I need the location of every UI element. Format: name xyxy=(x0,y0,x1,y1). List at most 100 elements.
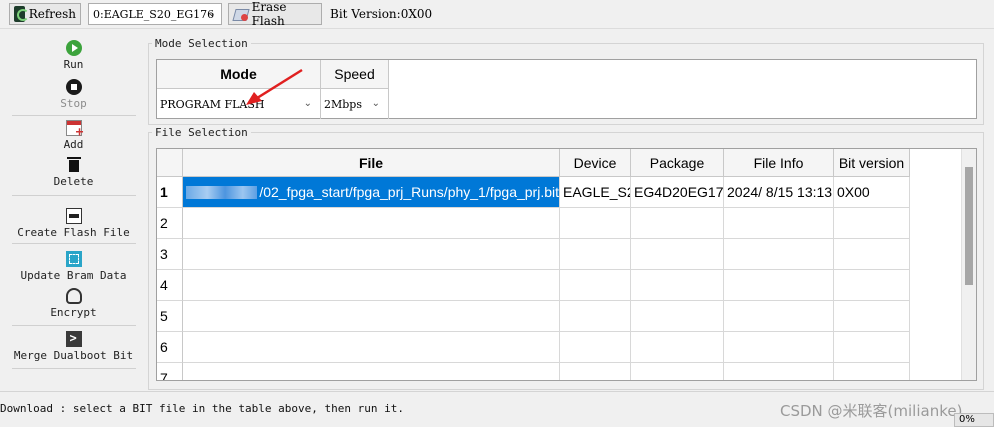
update-bram-data-button[interactable]: Update Bram Data xyxy=(10,251,137,282)
trash-icon xyxy=(66,157,82,173)
sidebar-divider xyxy=(12,368,136,369)
empty-cell[interactable] xyxy=(560,208,631,239)
vertical-scrollbar[interactable] xyxy=(961,149,976,380)
empty-cell[interactable] xyxy=(631,270,724,301)
row-number[interactable]: 1 xyxy=(157,177,183,208)
empty-cell[interactable] xyxy=(724,270,834,301)
file-selection-title: File Selection xyxy=(152,126,251,139)
file-info-column-header[interactable]: File Info xyxy=(724,149,834,177)
toolbar: Refresh 0:EAGLE_S20_EG176 ⌄ Erase Flash … xyxy=(0,0,994,29)
empty-cell[interactable] xyxy=(834,208,910,239)
row-number[interactable]: 5 xyxy=(157,301,183,332)
erase-flash-button[interactable]: Erase Flash xyxy=(228,0,322,28)
delete-button[interactable]: Delete xyxy=(10,157,137,188)
encrypt-label: Encrypt xyxy=(50,306,97,319)
empty-cell[interactable] xyxy=(183,208,560,239)
empty-cell[interactable] xyxy=(631,239,724,270)
stop-label: Stop xyxy=(60,97,87,110)
empty-cell[interactable] xyxy=(183,363,560,380)
mode-selection-title: Mode Selection xyxy=(152,37,251,50)
row-number[interactable]: 2 xyxy=(157,208,183,239)
row-number[interactable]: 3 xyxy=(157,239,183,270)
row-number[interactable]: 6 xyxy=(157,332,183,363)
scrollbar-thumb[interactable] xyxy=(965,167,973,285)
empty-cell[interactable] xyxy=(834,270,910,301)
corner-header xyxy=(157,149,183,177)
sidebar: Run Stop Add Delete Create Flash File Up… xyxy=(10,36,137,372)
empty-cell[interactable] xyxy=(631,332,724,363)
run-label: Run xyxy=(63,58,84,71)
merge-label: Merge Dualboot Bit xyxy=(13,349,134,362)
device-select-value: 0:EAGLE_S20_EG176 xyxy=(93,7,215,21)
empty-cell[interactable] xyxy=(724,301,834,332)
empty-cell[interactable] xyxy=(560,239,631,270)
empty-cell[interactable] xyxy=(724,239,834,270)
erase-flash-label: Erase Flash xyxy=(251,0,287,28)
file-column-header[interactable]: File xyxy=(183,149,560,177)
empty-cell[interactable] xyxy=(724,332,834,363)
empty-cell[interactable] xyxy=(631,208,724,239)
empty-cell[interactable] xyxy=(724,363,834,380)
file-table: File Device Package File Info Bit versio… xyxy=(156,148,977,381)
empty-cell[interactable] xyxy=(834,301,910,332)
refresh-icon xyxy=(14,6,29,22)
status-message: Download : select a BIT file in the tabl… xyxy=(0,402,404,415)
encrypt-button[interactable]: Encrypt xyxy=(10,288,137,319)
speed-select-value: 2Mbps xyxy=(324,97,362,111)
add-file-icon xyxy=(65,120,84,140)
empty-cell[interactable] xyxy=(560,363,631,380)
empty-cell[interactable] xyxy=(631,301,724,332)
memory-chip-icon xyxy=(65,251,82,267)
device-select[interactable]: 0:EAGLE_S20_EG176 ⌄ xyxy=(88,3,222,25)
speed-select[interactable]: 2Mbps ⌄ xyxy=(321,89,389,119)
speed-column-header: Speed xyxy=(321,60,389,89)
create-flash-file-button[interactable]: Create Flash File xyxy=(10,208,137,239)
eraser-icon xyxy=(233,7,248,21)
row-number[interactable]: 4 xyxy=(157,270,183,301)
package-column-header[interactable]: Package xyxy=(631,149,724,177)
empty-cell[interactable] xyxy=(834,239,910,270)
file-path-cell[interactable]: /02_fpga_start/fpga_prj_Runs/phy_1/fpga_… xyxy=(183,177,560,208)
empty-cell[interactable] xyxy=(183,301,560,332)
flash-file-icon xyxy=(65,208,82,224)
file-path-text: /02_fpga_start/fpga_prj_Runs/phy_1/fpga_… xyxy=(259,184,559,200)
merge-dualboot-bit-button[interactable]: Merge Dualboot Bit xyxy=(10,331,137,362)
sidebar-divider xyxy=(12,243,136,244)
sidebar-divider xyxy=(12,115,136,116)
sidebar-divider xyxy=(12,325,136,326)
create-flash-label: Create Flash File xyxy=(17,226,130,239)
merge-icon xyxy=(65,331,82,347)
device-cell[interactable]: EAGLE_S20 xyxy=(560,177,631,208)
empty-cell[interactable] xyxy=(560,270,631,301)
empty-cell[interactable] xyxy=(560,301,631,332)
empty-cell[interactable] xyxy=(183,270,560,301)
empty-cell[interactable] xyxy=(183,332,560,363)
refresh-button[interactable]: Refresh xyxy=(9,3,81,25)
bit-version-label: Bit Version:0X00 xyxy=(330,7,433,21)
package-cell[interactable]: EG4D20EG176 xyxy=(631,177,724,208)
progress-indicator: 0% xyxy=(954,413,994,427)
delete-label: Delete xyxy=(53,175,94,188)
file-info-cell[interactable]: 2024/ 8/15 13:13 xyxy=(724,177,834,208)
add-button[interactable]: Add xyxy=(10,120,137,151)
refresh-label: Refresh xyxy=(28,7,76,21)
empty-cell[interactable] xyxy=(724,208,834,239)
chevron-down-icon: ⌄ xyxy=(371,98,380,109)
lock-icon xyxy=(65,288,82,304)
empty-cell[interactable] xyxy=(834,332,910,363)
bit-version-cell[interactable]: 0X00 xyxy=(834,177,910,208)
chevron-down-icon: ⌄ xyxy=(207,8,216,19)
run-button[interactable]: Run xyxy=(10,40,137,71)
device-column-header[interactable]: Device xyxy=(560,149,631,177)
bit-version-column-header[interactable]: Bit version xyxy=(834,149,910,177)
status-divider xyxy=(0,391,994,392)
redacted-path-segment xyxy=(186,185,258,199)
empty-cell[interactable] xyxy=(834,363,910,380)
stop-button[interactable]: Stop xyxy=(10,79,137,110)
sidebar-divider xyxy=(12,195,136,196)
empty-cell[interactable] xyxy=(631,363,724,380)
play-icon xyxy=(65,40,82,56)
row-number[interactable]: 7 xyxy=(157,363,183,380)
empty-cell[interactable] xyxy=(560,332,631,363)
empty-cell[interactable] xyxy=(183,239,560,270)
